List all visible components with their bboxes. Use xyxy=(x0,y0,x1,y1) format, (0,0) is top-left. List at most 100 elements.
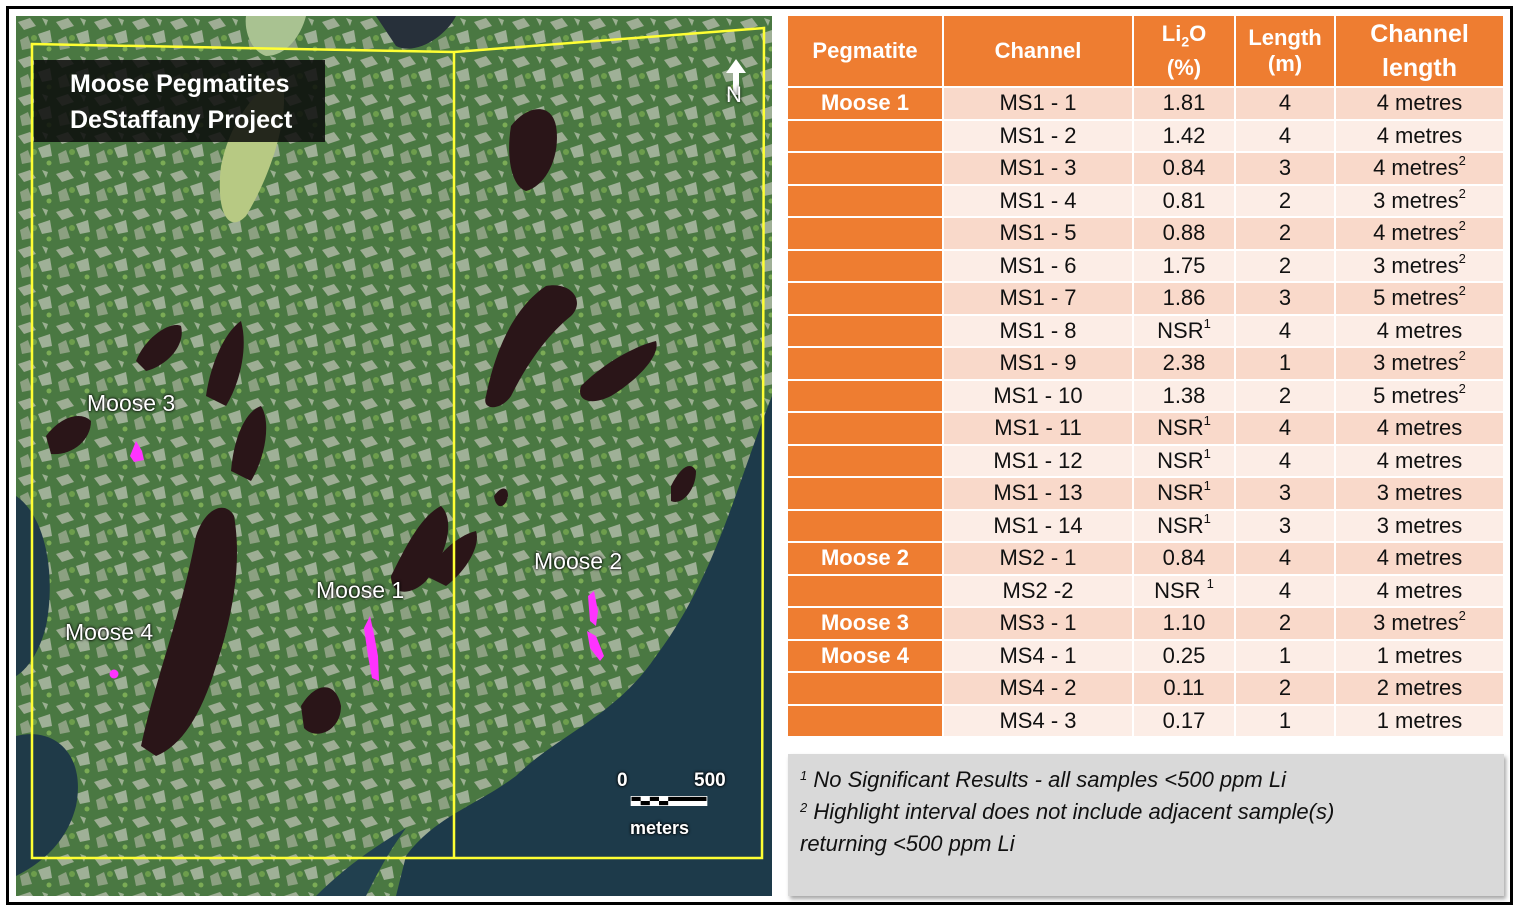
header-channel: Channel xyxy=(943,16,1134,88)
cell-channel-length: 4 metres2 xyxy=(1335,217,1505,251)
header-length: Length (m) xyxy=(1235,16,1336,88)
cell-pegmatite xyxy=(788,672,944,706)
cell-length: 2 xyxy=(1235,249,1336,283)
label-moose-2: Moose 2 xyxy=(534,548,623,574)
cell-channel: MS1 - 5 xyxy=(943,217,1134,251)
map-title-line1: Moose Pegmatites xyxy=(70,70,290,98)
cell-channel-length: 3 metres2 xyxy=(1335,184,1505,218)
cell-length: 2 xyxy=(1235,217,1336,251)
table-row: MS1 - 5 0.88 2 4 metres2 xyxy=(788,217,1505,251)
cell-channel: MS4 - 1 xyxy=(943,639,1134,673)
table-row: Moose 2 MS2 - 1 0.84 4 4 metres xyxy=(788,542,1505,576)
cell-length: 2 xyxy=(1235,607,1336,641)
cell-pegmatite xyxy=(788,119,944,153)
cell-pegmatite xyxy=(788,379,944,413)
cell-length: 4 xyxy=(1235,119,1336,153)
cell-channel: MS1 - 2 xyxy=(943,119,1134,153)
cell-li2o: 0.88 xyxy=(1133,217,1236,251)
cell-li2o: 0.81 xyxy=(1133,184,1236,218)
cell-li2o: 1.81 xyxy=(1133,87,1236,121)
cell-channel: MS4 - 3 xyxy=(943,704,1134,738)
table-row: MS1 - 8 NSR1 4 4 metres xyxy=(788,314,1505,348)
cell-length: 1 xyxy=(1235,347,1336,381)
cell-length: 3 xyxy=(1235,477,1336,511)
table-row: MS1 - 14 NSR1 3 3 metres xyxy=(788,509,1505,543)
cell-channel: MS1 - 14 xyxy=(943,509,1134,543)
table-row: MS4 - 3 0.17 1 1 metres xyxy=(788,704,1505,738)
cell-li2o: NSR1 xyxy=(1133,444,1236,478)
cell-channel: MS3 - 1 xyxy=(943,607,1134,641)
cell-channel-length: 5 metres2 xyxy=(1335,282,1505,316)
cell-length: 4 xyxy=(1235,87,1336,121)
cell-li2o: 0.11 xyxy=(1133,672,1236,706)
cell-pegmatite: Moose 2 xyxy=(788,542,944,576)
cell-length: 2 xyxy=(1235,379,1336,413)
cell-channel-length: 3 metres2 xyxy=(1335,607,1505,641)
header-pegmatite: Pegmatite xyxy=(788,16,944,88)
cell-length: 4 xyxy=(1235,542,1336,576)
cell-channel-length: 4 metres xyxy=(1335,444,1505,478)
cell-length: 4 xyxy=(1235,444,1336,478)
footnote-2: 2 Highlight interval does not include ad… xyxy=(800,799,1335,824)
cell-channel-length: 4 metres xyxy=(1335,542,1505,576)
cell-pegmatite xyxy=(788,412,944,446)
map-imagery xyxy=(16,16,772,896)
table-row: Moose 3 MS3 - 1 1.10 2 3 metres2 xyxy=(788,607,1505,641)
cell-length: 4 xyxy=(1235,412,1336,446)
cell-channel-length: 3 metres2 xyxy=(1335,249,1505,283)
cell-length: 1 xyxy=(1235,639,1336,673)
cell-pegmatite xyxy=(788,574,944,608)
cell-pegmatite: Moose 4 xyxy=(788,639,944,673)
table-row: MS2 -2 NSR 144 metres xyxy=(788,574,1505,608)
map-title-line2: DeStaffany Project xyxy=(70,106,293,134)
satellite-map: Moose Pegmatites DeStaffany Project Moos… xyxy=(16,16,772,896)
cell-pegmatite xyxy=(788,444,944,478)
cell-li2o: 2.38 xyxy=(1133,347,1236,381)
cell-channel: MS1 - 11 xyxy=(943,412,1134,446)
cell-length: 1 xyxy=(1235,704,1336,738)
cell-channel: MS1 - 13 xyxy=(943,477,1134,511)
cell-li2o: 1.86 xyxy=(1133,282,1236,316)
channel-results-table: Pegmatite Channel Li2O (%) Length (m) Cha… xyxy=(788,16,1505,738)
cell-channel: MS1 - 4 xyxy=(943,184,1134,218)
cell-channel: MS2 - 1 xyxy=(943,542,1134,576)
cell-channel-length: 4 metres xyxy=(1335,119,1505,153)
scale-unit-label: meters xyxy=(630,818,690,838)
table-row: Moose 1 MS1 - 1 1.81 4 4 metres xyxy=(788,87,1505,121)
cell-length: 3 xyxy=(1235,152,1336,186)
cell-channel-length: 4 metres xyxy=(1335,574,1505,608)
cell-pegmatite: Moose 3 xyxy=(788,607,944,641)
table-row: MS1 - 4 0.81 2 3 metres2 xyxy=(788,184,1505,218)
table-row: MS4 - 2 0.11 2 2 metres xyxy=(788,672,1505,706)
cell-channel: MS1 - 9 xyxy=(943,347,1134,381)
header-channel-length: Channel length xyxy=(1335,16,1505,88)
table-row: MS1 - 10 1.38 2 5 metres2 xyxy=(788,379,1505,413)
cell-li2o: 0.17 xyxy=(1133,704,1236,738)
cell-pegmatite xyxy=(788,477,944,511)
table-body: Moose 1 MS1 - 1 1.81 4 4 metres MS1 - 2 1.42 4 4… xyxy=(788,87,1505,738)
cell-length: 3 xyxy=(1235,282,1336,316)
header-li2o: Li2O (%) xyxy=(1133,16,1236,88)
table-row: MS1 - 12 NSR1 4 4 metres xyxy=(788,444,1505,478)
map-title-box: Moose Pegmatites DeStaffany Project xyxy=(34,60,325,142)
cell-channel: MS1 - 1 xyxy=(943,87,1134,121)
footnote-2-continued: returning <500 ppm Li xyxy=(800,831,1015,856)
cell-channel: MS1 - 3 xyxy=(943,152,1134,186)
cell-pegmatite xyxy=(788,184,944,218)
cell-li2o: NSR1 xyxy=(1133,477,1236,511)
cell-channel: MS2 -2 xyxy=(943,574,1134,608)
table-row: MS1 - 2 1.42 4 4 metres xyxy=(788,119,1505,153)
label-moose-4: Moose 4 xyxy=(65,619,154,645)
cell-length: 4 xyxy=(1235,574,1336,608)
table-header-row: Pegmatite Channel Li2O (%) Length (m) Cha… xyxy=(788,16,1505,88)
north-label: N xyxy=(726,82,742,107)
cell-li2o: NSR1 xyxy=(1133,314,1236,348)
cell-pegmatite xyxy=(788,347,944,381)
cell-pegmatite xyxy=(788,152,944,186)
cell-length: 3 xyxy=(1235,509,1336,543)
cell-channel: MS1 - 8 xyxy=(943,314,1134,348)
cell-channel-length: 4 metres xyxy=(1335,412,1505,446)
scale-zero-label: 0 xyxy=(617,770,628,791)
cell-length: 4 xyxy=(1235,314,1336,348)
table-row: MS1 - 9 2.38 1 3 metres2 xyxy=(788,347,1505,381)
